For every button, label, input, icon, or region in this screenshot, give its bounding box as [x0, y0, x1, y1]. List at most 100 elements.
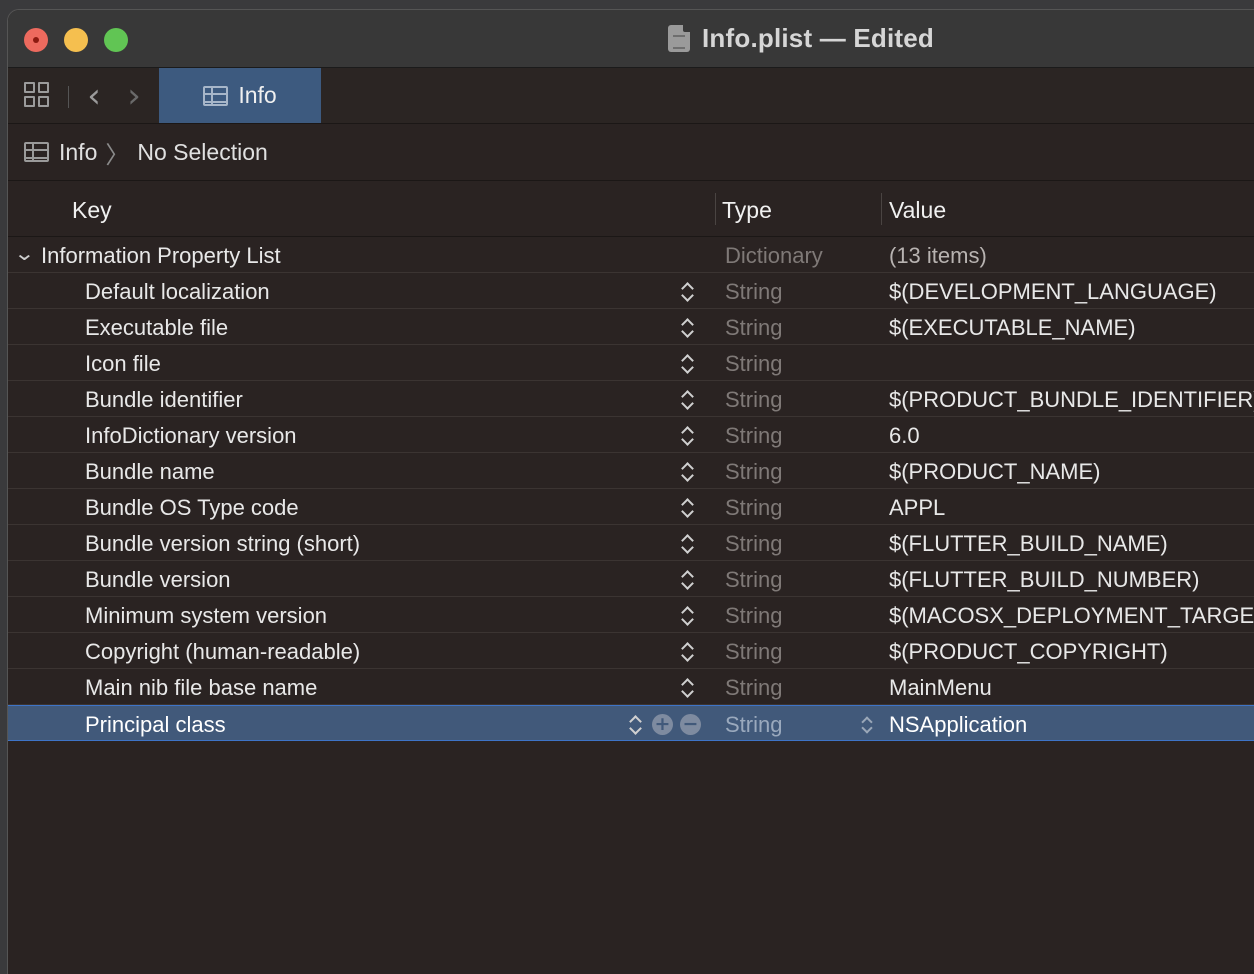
column-divider[interactable] [715, 193, 716, 225]
plist-outline: ⌄ Information Property List Dictionary (… [8, 237, 1254, 741]
row-value[interactable]: $(MACOSX_DEPLOYMENT_TARGET) [889, 603, 1254, 629]
key-popup-chevron-icon[interactable] [680, 424, 696, 448]
row-type[interactable]: String [725, 712, 782, 738]
key-popup-chevron-icon[interactable] [680, 280, 696, 304]
row-key[interactable]: Default localization [85, 279, 270, 305]
table-row[interactable]: Bundle OS Type code String APPL [8, 489, 1254, 525]
table-row[interactable]: Copyright (human-readable) String $(PRODUC… [8, 633, 1254, 669]
column-value-header[interactable]: Value [889, 197, 946, 224]
xcode-window: Info.plist — Edited ‹ › Info Info 〉 No S… [7, 9, 1254, 974]
key-popup-chevron-icon[interactable] [680, 496, 696, 520]
row-type[interactable]: String [725, 351, 782, 377]
tab-info[interactable]: Info [159, 68, 321, 123]
title-bar: Info.plist — Edited [8, 10, 1254, 68]
table-row[interactable]: Bundle name String $(PRODUCT_NAME) [8, 453, 1254, 489]
column-type-header[interactable]: Type [722, 197, 772, 224]
row-type[interactable]: String [725, 315, 782, 341]
row-value[interactable]: NSApplication [889, 712, 1027, 738]
row-key[interactable]: Bundle name [85, 459, 215, 485]
key-popup-chevron-icon[interactable] [680, 640, 696, 664]
breadcrumb-chevron-icon: 〉 [105, 140, 130, 169]
row-value[interactable]: 6.0 [889, 423, 920, 449]
row-key[interactable]: Bundle version string (short) [85, 531, 360, 557]
row-key[interactable]: Bundle version [85, 567, 231, 593]
document-proxy-icon[interactable] [668, 24, 690, 52]
key-popup-chevron-icon[interactable] [680, 532, 696, 556]
row-key[interactable]: Principal class [85, 712, 226, 738]
row-type[interactable]: String [725, 639, 782, 665]
row-key[interactable]: InfoDictionary version [85, 423, 297, 449]
breadcrumb-item-selection[interactable]: No Selection [137, 139, 267, 166]
row-key[interactable]: Icon file [85, 351, 161, 377]
column-header: Key Type Value [8, 181, 1254, 237]
table-row[interactable]: Minimum system version String $(MACOSX_DEP… [8, 597, 1254, 633]
row-key[interactable]: Minimum system version [85, 603, 327, 629]
column-key-header[interactable]: Key [72, 197, 112, 224]
row-key[interactable]: Bundle identifier [85, 387, 243, 413]
plist-table-icon [24, 142, 49, 162]
forward-chevron-icon[interactable]: › [122, 79, 146, 113]
table-row[interactable]: Icon file String [8, 345, 1254, 381]
row-value[interactable]: MainMenu [889, 675, 992, 701]
add-item-icon[interactable]: + [652, 714, 673, 735]
row-value[interactable]: $(EXECUTABLE_NAME) [889, 315, 1136, 341]
row-value[interactable]: $(PRODUCT_NAME) [889, 459, 1100, 485]
table-row[interactable]: Default localization String $(DEVELOPMENT_… [8, 273, 1254, 309]
row-type[interactable]: String [725, 603, 782, 629]
editor-gutter [0, 120, 7, 974]
row-type[interactable]: String [725, 675, 782, 701]
key-popup-chevron-icon[interactable] [680, 568, 696, 592]
window-title: Info.plist — Edited [702, 22, 935, 53]
row-key[interactable]: Executable file [85, 315, 228, 341]
row-key: Information Property List [41, 243, 281, 268]
key-popup-chevron-icon[interactable] [680, 460, 696, 484]
remove-item-icon[interactable]: − [680, 714, 701, 735]
key-popup-chevron-icon[interactable] [628, 713, 644, 737]
window-title-group: Info.plist — Edited [668, 22, 934, 54]
row-type[interactable]: String [725, 567, 782, 593]
row-type[interactable]: Dictionary [725, 243, 823, 269]
row-value[interactable]: $(DEVELOPMENT_LANGUAGE) [889, 279, 1217, 305]
table-row[interactable]: Bundle identifier String $(PRODUCT_BUNDLE_… [8, 381, 1254, 417]
key-popup-chevron-icon[interactable] [680, 316, 696, 340]
table-row[interactable]: Bundle version string (short) String $(FLU… [8, 525, 1254, 561]
row-key[interactable]: Main nib file base name [85, 675, 317, 701]
tab-bar: ‹ › Info [8, 68, 1254, 124]
zoom-button[interactable] [104, 28, 128, 52]
row-value[interactable]: $(FLUTTER_BUILD_NUMBER) [889, 567, 1200, 593]
row-type[interactable]: String [725, 459, 782, 485]
row-type[interactable]: String [725, 531, 782, 557]
table-row[interactable]: Principal class + − String NSApplication [8, 705, 1254, 741]
row-value: (13 items) [889, 243, 987, 268]
key-popup-chevron-icon[interactable] [680, 604, 696, 628]
breadcrumb-item-info[interactable]: Info [59, 139, 97, 166]
table-row[interactable]: Main nib file base name String MainMenu [8, 669, 1254, 705]
column-divider[interactable] [881, 193, 882, 225]
related-items-icon[interactable] [24, 82, 52, 110]
row-key[interactable]: Bundle OS Type code [85, 495, 299, 521]
disclosure-chevron-down-icon[interactable]: ⌄ [13, 241, 35, 265]
tab-label: Info [238, 82, 277, 108]
key-popup-chevron-icon[interactable] [680, 388, 696, 412]
row-value[interactable]: $(PRODUCT_COPYRIGHT) [889, 639, 1168, 665]
row-type[interactable]: String [725, 423, 782, 449]
back-chevron-icon[interactable]: ‹ [82, 79, 106, 113]
type-popup-chevron-icon[interactable] [860, 713, 876, 737]
key-popup-chevron-icon[interactable] [680, 352, 696, 376]
table-row[interactable]: InfoDictionary version String 6.0 [8, 417, 1254, 453]
row-value[interactable]: APPL [889, 495, 945, 521]
row-type[interactable]: String [725, 279, 782, 305]
close-button[interactable] [24, 28, 48, 52]
root-row[interactable]: ⌄ Information Property List Dictionary (… [8, 237, 1254, 273]
row-type[interactable]: String [725, 495, 782, 521]
table-row[interactable]: Bundle version String $(FLUTTER_BUILD_NUMB… [8, 561, 1254, 597]
minimize-button[interactable] [64, 28, 88, 52]
row-value[interactable]: $(FLUTTER_BUILD_NAME) [889, 531, 1168, 557]
breadcrumb: Info 〉 No Selection [8, 124, 1254, 181]
plist-table-icon [203, 85, 229, 106]
row-key[interactable]: Copyright (human-readable) [85, 639, 360, 665]
table-row[interactable]: Executable file String $(EXECUTABLE_NAME) [8, 309, 1254, 345]
row-type[interactable]: String [725, 387, 782, 413]
key-popup-chevron-icon[interactable] [680, 676, 696, 700]
row-value[interactable]: $(PRODUCT_BUNDLE_IDENTIFIER) [889, 387, 1254, 413]
